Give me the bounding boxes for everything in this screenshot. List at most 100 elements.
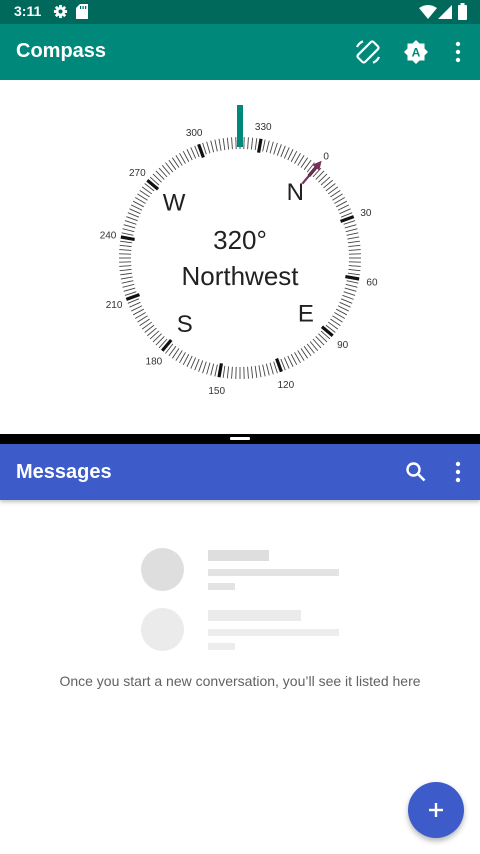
- minor-tick: [347, 236, 360, 240]
- heading-degrees: 320°: [213, 225, 267, 255]
- new-conversation-button[interactable]: [408, 782, 464, 838]
- compass-cardinals: N E S W: [163, 179, 314, 338]
- minor-tick: [129, 208, 141, 215]
- minor-tick: [132, 200, 144, 208]
- minor-tick: [123, 287, 136, 292]
- minor-tick: [269, 141, 274, 154]
- minor-tick: [273, 142, 278, 155]
- minor-tick: [131, 204, 143, 211]
- minor-tick: [120, 240, 133, 244]
- minor-tick: [218, 138, 222, 151]
- minor-tick: [131, 305, 143, 312]
- minor-tick: [343, 291, 356, 296]
- cardinal-e: E: [298, 300, 314, 327]
- minor-tick: [222, 138, 226, 151]
- minor-tick: [121, 232, 134, 236]
- minor-tick: [348, 268, 361, 272]
- overflow-menu-icon[interactable]: [454, 40, 462, 64]
- minor-tick: [127, 212, 140, 218]
- degree-label: 300: [186, 128, 203, 139]
- minor-tick: [339, 208, 351, 215]
- settings-icon: [53, 4, 68, 19]
- minor-tick: [126, 216, 138, 222]
- minor-tick: [132, 308, 144, 316]
- major-tick: [146, 178, 160, 191]
- minor-tick: [265, 363, 270, 376]
- heading-indicator: [237, 105, 243, 147]
- minor-tick: [348, 244, 361, 248]
- minor-tick: [344, 224, 357, 229]
- screen-rotation-icon[interactable]: [354, 38, 382, 66]
- placeholder-line: [208, 550, 269, 561]
- heading-direction: Northwest: [181, 261, 299, 291]
- minor-tick: [339, 301, 351, 308]
- major-tick: [320, 325, 334, 338]
- minor-tick: [262, 364, 266, 377]
- major-tick: [160, 338, 173, 352]
- minor-tick: [290, 150, 298, 162]
- sd-card-icon: [76, 4, 88, 19]
- degree-label: 330: [255, 122, 272, 133]
- minor-tick: [182, 354, 190, 366]
- minor-tick: [190, 357, 197, 369]
- minor-tick: [226, 366, 230, 379]
- minor-tick: [348, 249, 361, 251]
- minor-tick: [190, 147, 197, 159]
- minor-tick: [198, 360, 204, 372]
- compass-dial: 0 30 60 90 120 150 180 210 240 270 300 330 N E S W 320…: [100, 105, 378, 397]
- cardinal-s: S: [177, 311, 193, 338]
- minor-tick: [119, 268, 132, 272]
- search-icon[interactable]: [405, 461, 427, 483]
- placeholder-line: [208, 583, 235, 590]
- compass-app-bar: Compass A: [0, 24, 480, 80]
- degree-label: 180: [146, 357, 163, 368]
- degree-label: 30: [360, 208, 372, 219]
- degree-label: 210: [106, 300, 123, 311]
- major-tick: [345, 275, 360, 281]
- minor-tick: [210, 140, 215, 153]
- minor-tick: [186, 355, 193, 367]
- placeholder-line: [208, 569, 339, 576]
- auto-brightness-icon[interactable]: A: [403, 39, 429, 65]
- minor-tick: [119, 265, 132, 267]
- minor-tick: [283, 357, 290, 369]
- minor-tick: [206, 141, 211, 154]
- minor-tick: [231, 137, 233, 150]
- north-needle-icon: [301, 160, 322, 185]
- messages-title: Messages: [16, 461, 112, 483]
- compass-ticks: [119, 137, 361, 379]
- minor-tick: [210, 363, 215, 376]
- degree-label: 240: [100, 231, 117, 242]
- minor-tick: [129, 301, 141, 308]
- minor-tick: [214, 139, 218, 152]
- minor-tick: [247, 366, 249, 379]
- minor-tick: [345, 228, 358, 233]
- placeholder-line: [208, 629, 339, 636]
- minor-tick: [280, 145, 286, 158]
- minor-tick: [123, 224, 136, 229]
- minor-tick: [347, 272, 360, 276]
- minor-tick: [120, 272, 133, 276]
- minor-tick: [122, 283, 135, 288]
- minor-tick: [120, 276, 133, 280]
- minor-tick: [348, 265, 361, 267]
- degree-label: 60: [366, 277, 378, 288]
- minor-tick: [342, 294, 354, 300]
- degree-label: 120: [277, 380, 294, 391]
- minor-tick: [265, 140, 270, 153]
- minor-tick: [222, 365, 226, 378]
- minor-tick: [287, 355, 294, 367]
- minor-tick: [345, 283, 358, 288]
- plus-icon: [429, 803, 443, 817]
- minor-tick: [336, 200, 348, 208]
- major-tick: [275, 357, 283, 373]
- minor-tick: [119, 249, 132, 251]
- divider-handle[interactable]: [230, 437, 250, 440]
- minor-tick: [262, 139, 266, 152]
- minor-tick: [202, 361, 207, 374]
- overflow-menu-icon[interactable]: [454, 460, 462, 484]
- minor-tick: [344, 287, 357, 292]
- split-screen-divider[interactable]: [0, 434, 480, 444]
- minor-tick: [290, 354, 298, 366]
- minor-tick: [121, 280, 134, 284]
